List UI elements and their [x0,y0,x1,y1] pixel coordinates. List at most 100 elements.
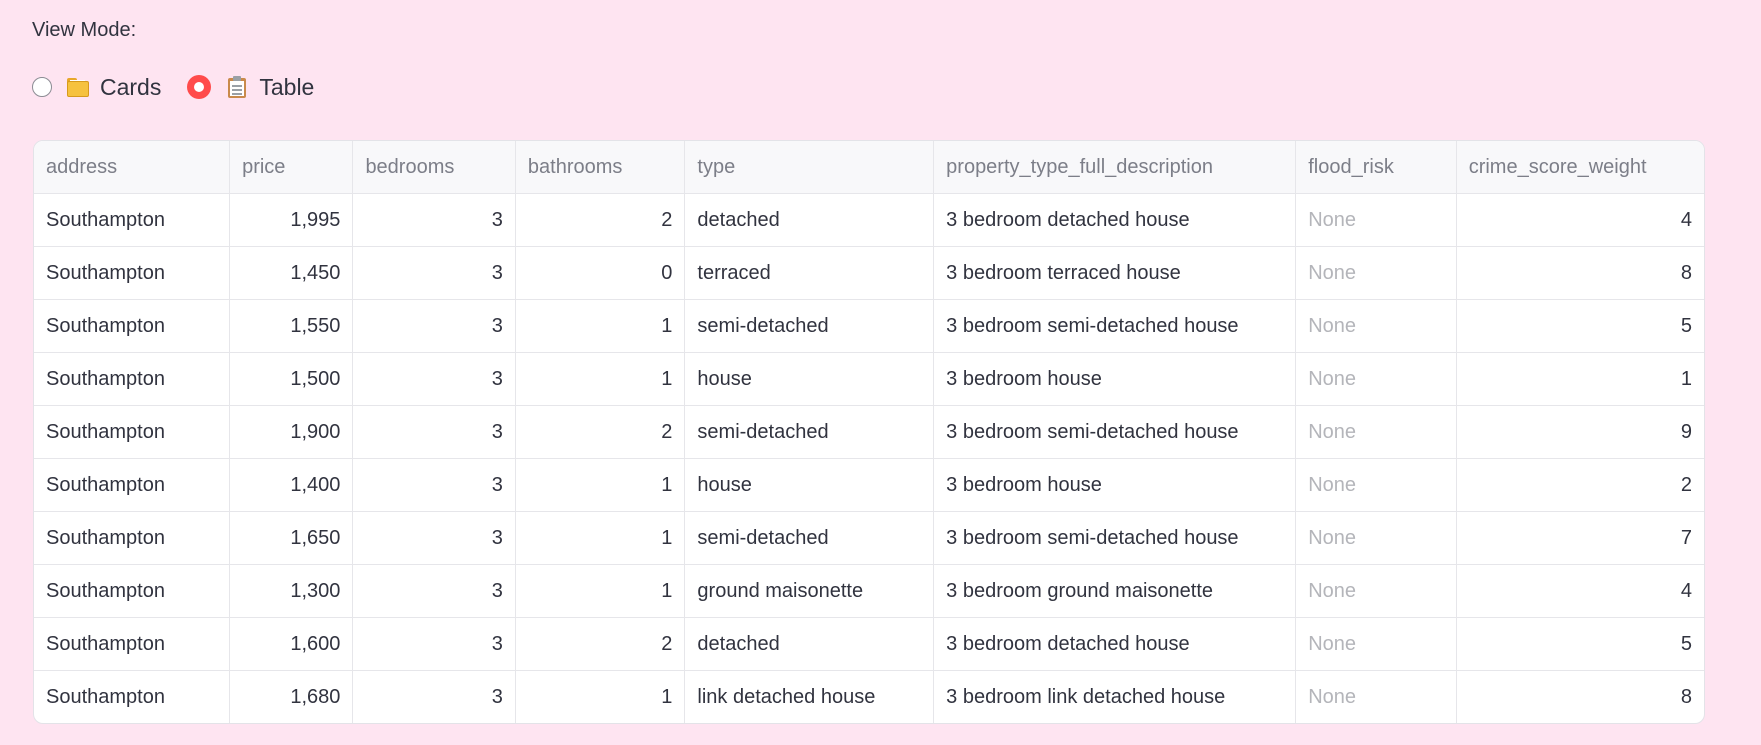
table-cell-bedrooms[interactable]: 3 [352,617,516,671]
table-cell-price[interactable]: 1,600 [229,617,354,671]
table-row[interactable]: Southampton 1,650 3 1 semi-detached 3 bedroom… [34,511,1704,565]
table-cell-property-type-full-description[interactable]: 3 bedroom detached house [933,617,1297,671]
table-row[interactable]: Southampton 1,300 3 1 ground maisonette 3 bed… [34,564,1704,618]
table-cell-price[interactable]: 1,300 [229,564,354,618]
table-cell-crime-score-weight[interactable]: 1 [1456,352,1704,406]
table-row[interactable]: Southampton 1,550 3 1 semi-detached 3 bedroom… [34,299,1704,353]
table-cell-property-type-full-description[interactable]: 3 bedroom house [933,352,1297,406]
table-cell-flood-risk[interactable]: None [1295,617,1457,671]
table-cell-property-type-full-description[interactable]: 3 bedroom house [933,458,1297,512]
table-cell-flood-risk[interactable]: None [1295,511,1457,565]
table-cell-address[interactable]: Southampton [34,458,231,512]
table-row[interactable]: Southampton 1,500 3 1 house 3 bedroom house No… [34,352,1704,406]
table-cell-price[interactable]: 1,995 [229,193,354,247]
column-header-crime-score-weight[interactable]: crime_score_weight [1456,141,1704,194]
table-cell-type[interactable]: semi-detached [684,299,935,353]
table-cell-bedrooms[interactable]: 3 [352,299,516,353]
table-cell-crime-score-weight[interactable]: 4 [1456,564,1704,618]
table-cell-price[interactable]: 1,450 [229,246,354,300]
table-cell-bathrooms[interactable]: 2 [515,405,686,459]
table-cell-flood-risk[interactable]: None [1295,299,1457,353]
table-cell-flood-risk[interactable]: None [1295,458,1457,512]
table-row[interactable]: Southampton 1,680 3 1 link detached house 3 b… [34,670,1704,724]
table-cell-type[interactable]: semi-detached [684,511,935,565]
table-cell-bedrooms[interactable]: 3 [352,246,516,300]
table-cell-flood-risk[interactable]: None [1295,564,1457,618]
table-cell-type[interactable]: terraced [684,246,935,300]
table-cell-price[interactable]: 1,650 [229,511,354,565]
table-row[interactable]: Southampton 1,995 3 2 detached 3 bedroom deta… [34,193,1704,247]
table-cell-bedrooms[interactable]: 3 [352,564,516,618]
radio-button-table[interactable] [187,75,212,99]
table-cell-flood-risk[interactable]: None [1295,246,1457,300]
table-cell-flood-risk[interactable]: None [1295,193,1457,247]
column-header-type[interactable]: type [684,141,935,194]
data-table[interactable]: address price bedrooms bathrooms type propert… [33,140,1705,724]
table-cell-type[interactable]: house [684,458,935,512]
table-cell-address[interactable]: Southampton [34,246,231,300]
table-cell-bedrooms[interactable]: 3 [352,511,516,565]
table-cell-type[interactable]: detached [684,617,935,671]
table-cell-address[interactable]: Southampton [34,670,231,723]
table-cell-price[interactable]: 1,550 [229,299,354,353]
table-cell-bathrooms[interactable]: 1 [515,511,686,565]
table-cell-flood-risk[interactable]: None [1295,670,1457,723]
column-header-flood-risk[interactable]: flood_risk [1295,141,1457,194]
table-cell-property-type-full-description[interactable]: 3 bedroom semi-detached house [933,299,1297,353]
radio-option-table[interactable]: Table [187,74,314,101]
column-header-address[interactable]: address [34,141,231,194]
column-header-property-type-full-description[interactable]: property_type_full_description [933,141,1297,194]
table-cell-address[interactable]: Southampton [34,352,231,406]
table-cell-address[interactable]: Southampton [34,617,231,671]
table-cell-crime-score-weight[interactable]: 8 [1456,246,1704,300]
table-cell-property-type-full-description[interactable]: 3 bedroom detached house [933,193,1297,247]
table-cell-price[interactable]: 1,400 [229,458,354,512]
table-cell-bedrooms[interactable]: 3 [352,352,516,406]
table-row[interactable]: Southampton 1,450 3 0 terraced 3 bedroom terr… [34,246,1704,300]
table-cell-bathrooms[interactable]: 1 [515,299,686,353]
table-cell-address[interactable]: Southampton [34,405,231,459]
table-row[interactable]: Southampton 1,900 3 2 semi-detached 3 bedroom… [34,405,1704,459]
table-cell-bedrooms[interactable]: 3 [352,405,516,459]
table-cell-crime-score-weight[interactable]: 7 [1456,511,1704,565]
table-cell-type[interactable]: detached [684,193,935,247]
table-cell-bedrooms[interactable]: 3 [352,458,516,512]
table-cell-bathrooms[interactable]: 0 [515,246,686,300]
table-cell-type[interactable]: ground maisonette [684,564,935,618]
table-cell-property-type-full-description[interactable]: 3 bedroom link detached house [933,670,1297,723]
table-cell-address[interactable]: Southampton [34,564,231,618]
table-cell-property-type-full-description[interactable]: 3 bedroom terraced house [933,246,1297,300]
table-cell-bathrooms[interactable]: 1 [515,670,686,723]
radio-option-cards[interactable]: Cards [32,74,161,101]
table-cell-address[interactable]: Southampton [34,511,231,565]
column-header-bathrooms[interactable]: bathrooms [515,141,686,194]
table-cell-property-type-full-description[interactable]: 3 bedroom semi-detached house [933,511,1297,565]
table-cell-property-type-full-description[interactable]: 3 bedroom semi-detached house [933,405,1297,459]
table-cell-type[interactable]: semi-detached [684,405,935,459]
radio-button-cards[interactable] [32,77,52,97]
table-row[interactable]: Southampton 1,600 3 2 detached 3 bedroom deta… [34,617,1704,671]
table-cell-bedrooms[interactable]: 3 [352,193,516,247]
table-cell-crime-score-weight[interactable]: 5 [1456,299,1704,353]
column-header-bedrooms[interactable]: bedrooms [352,141,516,194]
table-cell-flood-risk[interactable]: None [1295,352,1457,406]
table-row[interactable]: Southampton 1,400 3 1 house 3 bedroom house No… [34,458,1704,512]
table-cell-crime-score-weight[interactable]: 5 [1456,617,1704,671]
table-cell-bathrooms[interactable]: 2 [515,617,686,671]
table-cell-bathrooms[interactable]: 1 [515,458,686,512]
table-cell-price[interactable]: 1,900 [229,405,354,459]
table-cell-bathrooms[interactable]: 1 [515,352,686,406]
column-header-price[interactable]: price [229,141,354,194]
table-cell-price[interactable]: 1,680 [229,670,354,723]
table-cell-flood-risk[interactable]: None [1295,405,1457,459]
table-cell-crime-score-weight[interactable]: 2 [1456,458,1704,512]
table-cell-crime-score-weight[interactable]: 8 [1456,671,1704,724]
table-cell-type[interactable]: link detached house [684,670,935,723]
table-cell-address[interactable]: Southampton [34,299,231,353]
table-cell-address[interactable]: Southampton [34,193,231,247]
table-cell-price[interactable]: 1,500 [229,352,354,406]
table-cell-property-type-full-description[interactable]: 3 bedroom ground maisonette [933,564,1297,618]
table-cell-bedrooms[interactable]: 3 [352,670,516,723]
table-cell-type[interactable]: house [684,352,935,406]
table-cell-bathrooms[interactable]: 2 [515,193,686,247]
